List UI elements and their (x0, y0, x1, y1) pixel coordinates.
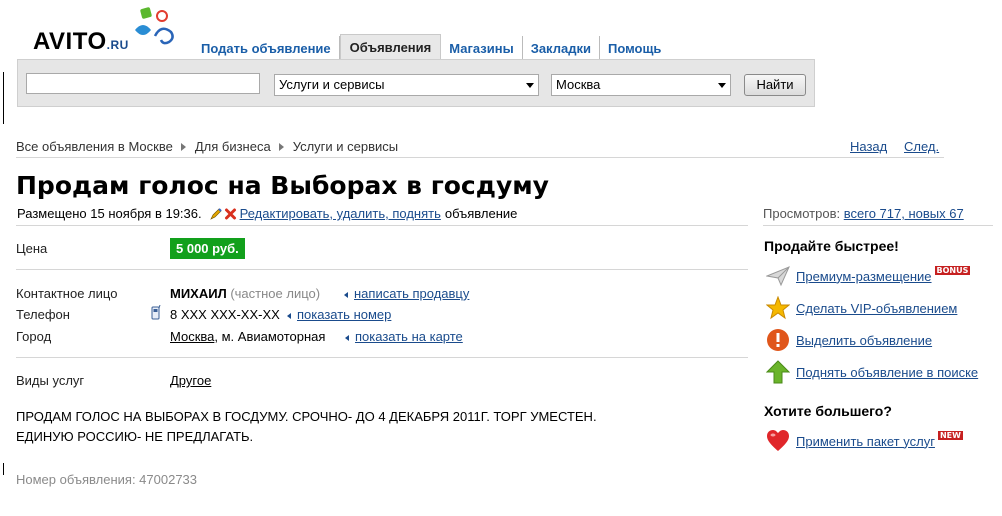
city-label: Город (16, 329, 52, 344)
category-select[interactable]: Услуги и сервисы (274, 74, 539, 96)
nav-bookmarks[interactable]: Закладки (523, 36, 600, 60)
raise-link[interactable]: Поднять объявление в поиске (796, 365, 978, 380)
divider (16, 269, 748, 270)
phone-label: Телефон (16, 307, 70, 322)
service-label: Виды услуг (16, 373, 85, 388)
heart-icon (767, 430, 789, 451)
nav-post-ad[interactable]: Подать объявление (193, 36, 340, 60)
package-item[interactable]: Применить пакет услуг NEW (766, 429, 963, 453)
category-selected: Услуги и сервисы (279, 77, 385, 92)
arrow-up-icon (766, 360, 790, 384)
highlight-item[interactable]: Выделить объявление (766, 328, 932, 352)
divider (16, 225, 748, 226)
want-more-heading: Хотите большего? (764, 403, 892, 419)
location-select[interactable]: Москва (551, 74, 731, 96)
page-title: Продам голос на Выборах в госдуму (16, 171, 549, 200)
pencil-icon (209, 207, 222, 220)
posted-date: Размещено 15 ноября в 19:36. (17, 206, 202, 221)
arrow-left-icon (287, 312, 291, 319)
breadcrumb: Все объявления в Москве Для бизнеса Услу… (16, 139, 398, 154)
views-count: Просмотров: всего 717, новых 67 (763, 206, 964, 221)
price-badge: 5 000 руб. (170, 238, 245, 259)
description-line: ПРОДАМ ГОЛОС НА ВЫБОРАХ В ГОСДУМУ. СРОЧН… (16, 409, 597, 424)
arrow-left-icon (344, 291, 348, 298)
star-icon (766, 296, 790, 320)
breadcrumb-arrow-icon (180, 142, 186, 151)
paper-plane-icon (766, 266, 790, 287)
show-number[interactable]: показать номер (287, 307, 391, 322)
nav-ads[interactable]: Объявления (339, 34, 442, 60)
ad-meta: Размещено 15 ноября в 19:36. Редактирова… (17, 206, 517, 221)
edit-suffix: объявление (444, 206, 518, 221)
vip-item[interactable]: Сделать VIP-объявлением (766, 296, 957, 320)
city-link[interactable]: Москва (170, 329, 214, 344)
ad-number: Номер объявления: 47002733 (16, 472, 198, 487)
raise-item[interactable]: Поднять объявление в поиске (766, 360, 978, 384)
ad-description: ПРОДАМ ГОЛОС НА ВЫБОРАХ В ГОСДУМУ. СРОЧН… (16, 407, 597, 447)
write-seller-link[interactable]: написать продавцу (354, 286, 469, 301)
divider (763, 225, 993, 226)
contact-type: (частное лицо) (230, 286, 321, 301)
show-map[interactable]: показать на карте (345, 329, 463, 344)
left-edge-line (3, 72, 4, 124)
write-seller[interactable]: написать продавцу (344, 286, 469, 301)
show-number-link[interactable]: показать номер (297, 307, 391, 322)
divider (16, 157, 944, 158)
premium-item[interactable]: Премиум-размещение BONUS (766, 264, 971, 288)
bonus-badge: BONUS (934, 265, 971, 275)
contact-name: МИХАИЛ (170, 286, 227, 301)
breadcrumb-item[interactable]: Услуги и сервисы (293, 139, 398, 154)
divider (16, 357, 748, 358)
contact-label: Контактное лицо (16, 286, 118, 301)
next-link[interactable]: След. (904, 139, 939, 154)
search-button[interactable]: Найти (744, 74, 806, 96)
nav-help[interactable]: Помощь (600, 36, 669, 60)
sell-faster-heading: Продайте быстрее! (764, 238, 899, 254)
highlight-link[interactable]: Выделить объявление (796, 333, 932, 348)
nav-shops[interactable]: Магазины (441, 36, 523, 60)
new-badge: NEW (937, 430, 963, 440)
left-edge-line (3, 463, 4, 475)
chevron-down-icon (718, 83, 726, 88)
phone-value: 8 XXX XXX-XX-XX (170, 307, 280, 322)
edit-ad-link[interactable]: Редактировать, удалить, поднять (240, 206, 441, 221)
contact-info: МИХАИЛ (частное лицо) (170, 286, 320, 301)
phone-icon (151, 305, 161, 320)
delete-icon (224, 208, 236, 219)
city-metro: , м. Авиамоторная (214, 329, 326, 344)
main-nav: Подать объявление Объявления Магазины За… (193, 34, 669, 60)
service-link[interactable]: Другое (170, 373, 211, 388)
logo-suffix: .RU (106, 38, 129, 52)
avito-logo-mark-icon (135, 7, 174, 45)
arrow-left-icon (345, 334, 349, 341)
show-map-link[interactable]: показать на карте (355, 329, 463, 344)
views-prefix: Просмотров: (763, 206, 841, 221)
description-line: ЕДИНУЮ РОССИЮ- НЕ ПРЕДЛАГАТЬ. (16, 429, 254, 444)
location-selected: Москва (556, 77, 601, 92)
avito-logo[interactable]: AVITO.RU (33, 28, 129, 56)
package-link[interactable]: Применить пакет услуг (796, 434, 935, 449)
price-label: Цена (16, 241, 48, 256)
logo-text: AVITO (33, 28, 107, 55)
search-input[interactable] (26, 73, 260, 94)
premium-link[interactable]: Премиум-размещение (796, 269, 932, 284)
city-value: Москва, м. Авиамоторная (170, 329, 325, 344)
breadcrumb-item[interactable]: Все объявления в Москве (16, 139, 173, 154)
exclamation-icon (767, 329, 789, 351)
views-link[interactable]: всего 717, новых 67 (844, 206, 964, 221)
breadcrumb-arrow-icon (278, 142, 284, 151)
back-link[interactable]: Назад (850, 139, 887, 154)
breadcrumb-item[interactable]: Для бизнеса (195, 139, 271, 154)
vip-link[interactable]: Сделать VIP-объявлением (796, 301, 957, 316)
chevron-down-icon (526, 83, 534, 88)
